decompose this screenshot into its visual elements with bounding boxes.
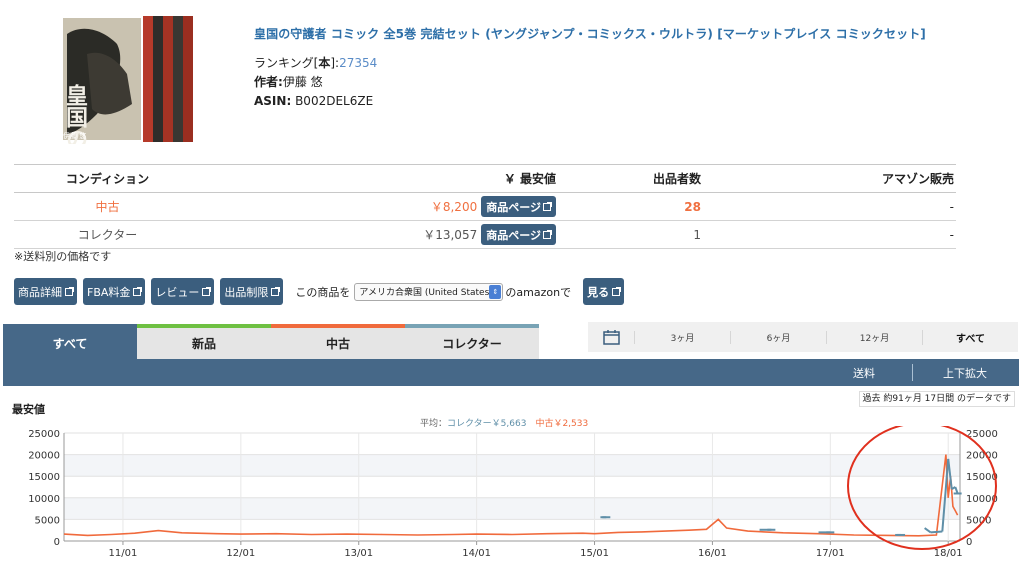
data-period-label: 過去 約91ヶ月 17日間 のデータです	[858, 391, 1015, 407]
collector-segment	[930, 530, 943, 534]
shipping-toggle[interactable]: 送料	[853, 365, 875, 381]
highlight-circle	[847, 426, 997, 550]
range-12m[interactable]: 12ヶ月	[826, 330, 922, 344]
x-tick-label: 17/01	[816, 548, 845, 559]
x-tick-label: 13/01	[344, 548, 373, 559]
author-line: 作者:伊藤 悠	[254, 73, 994, 92]
asin-label: ASIN:	[254, 94, 292, 108]
shipping-note: ※送料別の価格です	[14, 250, 112, 263]
product-page-button-label: 商品ページ	[486, 228, 541, 242]
table-row: コレクター ￥13,057 商品ページ 1 -	[14, 221, 956, 249]
x-tick-label: 11/01	[109, 548, 138, 559]
y-tick-label-left: 25000	[28, 429, 60, 440]
col-amazon-header: アマゾン販売	[881, 172, 954, 186]
price-table: コンディション ￥ 最安値 出品者数 アマゾン販売 中古 ￥8,200 商品ペー…	[14, 164, 956, 249]
tab-collector[interactable]: コレクター	[405, 324, 539, 359]
external-link-icon	[543, 201, 552, 211]
view-on-amazon-label: 見る	[587, 285, 610, 299]
price-table-header: コンディション ￥ 最安値 出品者数 アマゾン販売	[14, 164, 956, 193]
ranking-value: 27354	[339, 56, 378, 70]
product-page-button[interactable]: 商品ページ	[481, 196, 556, 217]
external-link-icon	[133, 286, 143, 296]
grid-band	[64, 497, 960, 520]
product-cover-image: 皇国の守護者 伊藤 悠	[57, 14, 195, 217]
country-suffix-text: のamazonで	[505, 285, 572, 299]
fba-fee-button[interactable]: FBA料金	[83, 278, 146, 305]
condition-cell: 中古	[95, 200, 120, 214]
condition-cell: コレクター	[77, 228, 138, 242]
sellers-cell: 1	[693, 227, 701, 242]
amazon-cell: -	[949, 227, 954, 242]
product-info: 皇国の守護者 コミック 全5巻 完結セット (ヤングジャンプ・コミックス・ウルト…	[254, 26, 994, 111]
product-page-button-label: 商品ページ	[486, 200, 541, 214]
ranking-label: ランキング[	[254, 56, 319, 70]
amazon-cell: -	[949, 199, 954, 214]
external-link-icon	[202, 286, 212, 296]
range-all[interactable]: すべて	[922, 329, 1018, 345]
action-bar: 商品詳細 FBA料金 レビュー 出品制限 この商品を アメリカ合衆国 (Unit…	[14, 278, 630, 305]
country-select-value: アメリカ合衆国 (United States)	[359, 288, 493, 298]
x-tick-label: 14/01	[462, 548, 491, 559]
sellers-cell: 28	[684, 199, 701, 214]
asin-line: ASIN: B002DEL6ZE	[254, 92, 994, 111]
author-label: 作者:	[254, 75, 283, 89]
external-link-icon	[612, 286, 622, 296]
y-tick-label-left: 0	[54, 537, 60, 548]
review-label: レビュー	[155, 285, 200, 299]
y-tick-label-right: 15000	[966, 472, 998, 483]
y-tick-label-left: 5000	[35, 515, 60, 526]
country-select[interactable]: アメリカ合衆国 (United States) ⇕	[354, 282, 504, 301]
external-link-icon	[271, 286, 281, 296]
x-tick-label: 12/01	[226, 548, 255, 559]
price-cell: ￥8,200	[430, 200, 478, 214]
collector-segment	[924, 527, 932, 534]
cover-credits-text: 伊藤 悠	[63, 131, 86, 140]
y-tick-label-right: 20000	[966, 451, 998, 462]
product-detail-label: 商品詳細	[18, 285, 62, 299]
chart-toolbar: 送料 上下拡大	[3, 359, 1019, 386]
x-tick-label: 16/01	[698, 548, 727, 559]
ranking-sep: ]:	[330, 56, 340, 70]
review-button[interactable]: レビュー	[151, 278, 215, 305]
select-arrows-icon: ⇕	[489, 284, 502, 299]
fba-fee-label: FBA料金	[87, 285, 131, 299]
col-sellers-header: 出品者数	[652, 172, 701, 186]
listing-restriction-label: 出品制限	[224, 285, 269, 299]
author-value: 伊藤 悠	[282, 75, 323, 89]
y-tick-label-left: 15000	[28, 472, 60, 483]
listing-restriction-button[interactable]: 出品制限	[220, 278, 284, 305]
tab-new[interactable]: 新品	[137, 324, 271, 359]
tab-all[interactable]: すべて	[3, 324, 137, 359]
col-condition-header: コンディション	[65, 172, 150, 186]
product-detail-button[interactable]: 商品詳細	[14, 278, 77, 305]
y-tick-label-right: 0	[966, 537, 972, 548]
product-title-link[interactable]: 皇国の守護者 コミック 全5巻 完結セット (ヤングジャンプ・コミックス・ウルト…	[254, 26, 994, 42]
grid-band	[64, 454, 960, 477]
country-prefix-text: この商品を	[295, 285, 351, 299]
x-tick-label: 15/01	[580, 548, 609, 559]
view-on-amazon-button[interactable]: 見る	[583, 278, 625, 305]
price-cell: ￥13,057	[423, 228, 478, 242]
chart-title: 最安値	[12, 403, 45, 416]
price-history-chart[interactable]: 0 05000 500010000 1000015000 1500020000 20000…	[0, 426, 1024, 563]
calendar-icon[interactable]	[588, 329, 634, 345]
range-3m[interactable]: 3ヶ月	[634, 330, 730, 344]
asin-value: B002DEL6ZE	[295, 94, 374, 108]
ranking-line: ランキング[本]:27354	[254, 54, 994, 73]
ranking-category: 本	[318, 56, 331, 70]
y-tick-label-left: 20000	[28, 451, 60, 462]
condition-tabs: すべて 新品 中古 コレクター	[3, 324, 539, 359]
product-page-button[interactable]: 商品ページ	[481, 224, 556, 245]
vertical-zoom-toggle[interactable]: 上下拡大	[943, 365, 987, 381]
external-link-icon	[543, 229, 552, 239]
col-lowest-price-header: ￥ 最安値	[503, 172, 556, 186]
tab-used[interactable]: 中古	[271, 324, 405, 359]
y-tick-label-left: 10000	[28, 494, 60, 505]
range-6m[interactable]: 6ヶ月	[730, 330, 826, 344]
table-row: 中古 ￥8,200 商品ページ 28 -	[14, 193, 956, 221]
range-selector: 3ヶ月 6ヶ月 12ヶ月 すべて	[588, 322, 1018, 352]
x-tick-label: 18/01	[934, 548, 963, 559]
external-link-icon	[65, 286, 74, 296]
